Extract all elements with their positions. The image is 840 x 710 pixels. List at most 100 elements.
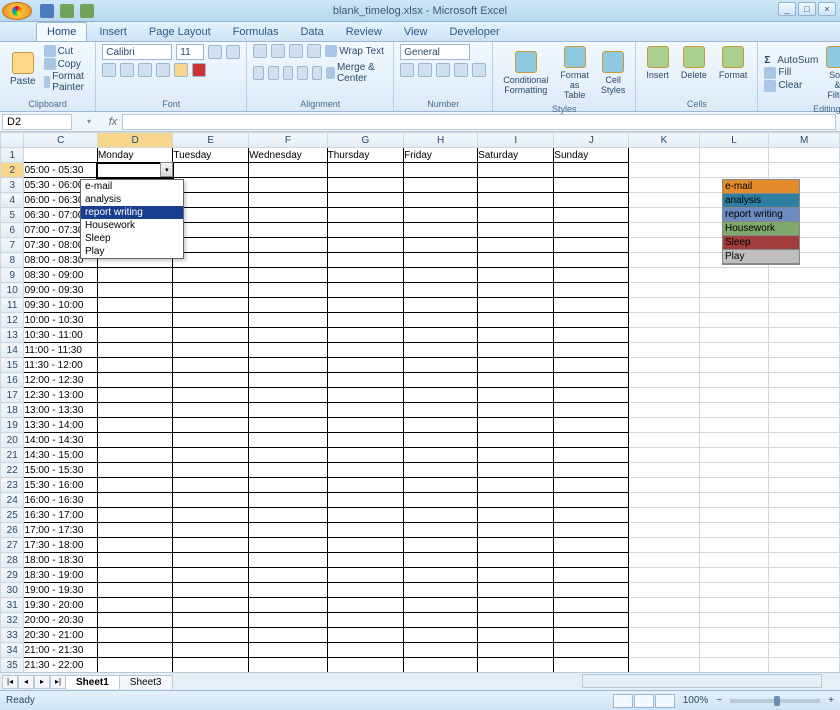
- data-cell[interactable]: [173, 268, 249, 283]
- dropdown-option[interactable]: report writing: [81, 206, 183, 219]
- data-cell[interactable]: [404, 478, 478, 493]
- data-cell[interactable]: [249, 433, 327, 448]
- row-header[interactable]: 12: [1, 313, 24, 328]
- align-bottom-icon[interactable]: [289, 44, 303, 58]
- data-cell[interactable]: [97, 658, 172, 673]
- data-cell[interactable]: [327, 253, 404, 268]
- time-slot-cell[interactable]: 17:00 - 17:30: [24, 523, 97, 538]
- data-cell[interactable]: [327, 493, 404, 508]
- zoom-out-button[interactable]: −: [716, 695, 722, 706]
- data-cell[interactable]: [173, 283, 249, 298]
- tab-data[interactable]: Data: [290, 23, 333, 41]
- data-cell[interactable]: [249, 283, 327, 298]
- format-cells-button[interactable]: Format: [715, 44, 752, 82]
- data-cell[interactable]: [97, 388, 172, 403]
- data-cell[interactable]: [554, 643, 629, 658]
- column-header[interactable]: F: [249, 133, 327, 148]
- row-header[interactable]: 4: [1, 193, 24, 208]
- data-cell[interactable]: [404, 283, 478, 298]
- data-cell[interactable]: [327, 313, 404, 328]
- data-cell[interactable]: [97, 583, 172, 598]
- data-cell[interactable]: [97, 373, 172, 388]
- autosum-button[interactable]: Σ AutoSum: [764, 55, 818, 66]
- data-cell[interactable]: [249, 553, 327, 568]
- data-cell[interactable]: [327, 283, 404, 298]
- row-header[interactable]: 28: [1, 553, 24, 568]
- tab-formulas[interactable]: Formulas: [223, 23, 289, 41]
- data-cell[interactable]: [327, 223, 404, 238]
- data-cell[interactable]: [478, 283, 554, 298]
- data-cell[interactable]: [554, 193, 629, 208]
- data-cell[interactable]: [478, 523, 554, 538]
- row-header[interactable]: 24: [1, 493, 24, 508]
- day-header[interactable]: Saturday: [478, 148, 554, 163]
- data-cell[interactable]: [97, 643, 172, 658]
- font-name-select[interactable]: Calibri: [102, 44, 172, 60]
- data-cell[interactable]: [478, 598, 554, 613]
- maximize-button[interactable]: □: [798, 2, 816, 16]
- underline-icon[interactable]: [138, 63, 152, 77]
- row-header[interactable]: 5: [1, 208, 24, 223]
- time-slot-cell[interactable]: 10:00 - 10:30: [24, 313, 97, 328]
- data-cell[interactable]: [173, 328, 249, 343]
- time-slot-cell[interactable]: 18:30 - 19:00: [24, 568, 97, 583]
- data-cell[interactable]: [554, 448, 629, 463]
- data-cell[interactable]: [249, 358, 327, 373]
- data-cell[interactable]: [173, 463, 249, 478]
- data-cell[interactable]: [327, 268, 404, 283]
- day-header[interactable]: Wednesday: [249, 148, 327, 163]
- data-cell[interactable]: [404, 178, 478, 193]
- format-painter-button[interactable]: Format Painter: [44, 71, 90, 93]
- row-header[interactable]: 33: [1, 628, 24, 643]
- data-cell[interactable]: [327, 343, 404, 358]
- dropdown-option[interactable]: analysis: [81, 193, 183, 206]
- data-cell[interactable]: [249, 388, 327, 403]
- clear-button[interactable]: Clear: [764, 80, 818, 92]
- data-cell[interactable]: [249, 223, 327, 238]
- orientation-icon[interactable]: [307, 44, 321, 58]
- dropdown-option[interactable]: Sleep: [81, 232, 183, 245]
- data-cell[interactable]: [404, 403, 478, 418]
- worksheet-area[interactable]: CDEFGHIJKLM1MondayTuesdayWednesdayThursd…: [0, 132, 840, 672]
- data-cell[interactable]: [478, 328, 554, 343]
- time-slot-cell[interactable]: 20:30 - 21:00: [24, 628, 97, 643]
- data-cell[interactable]: [554, 208, 629, 223]
- inc-decimal-icon[interactable]: [454, 63, 468, 77]
- tab-developer[interactable]: Developer: [439, 23, 509, 41]
- data-cell[interactable]: [97, 433, 172, 448]
- fill-color-icon[interactable]: [174, 63, 188, 77]
- formula-bar[interactable]: [122, 114, 836, 130]
- data-cell[interactable]: [327, 568, 404, 583]
- data-cell[interactable]: [554, 583, 629, 598]
- row-header[interactable]: 8: [1, 253, 24, 268]
- comma-icon[interactable]: [436, 63, 450, 77]
- row-header[interactable]: 1: [1, 148, 24, 163]
- row-header[interactable]: 15: [1, 358, 24, 373]
- time-slot-cell[interactable]: 13:30 - 14:00: [24, 418, 97, 433]
- view-normal-button[interactable]: [613, 694, 633, 708]
- data-cell[interactable]: [478, 313, 554, 328]
- time-slot-cell[interactable]: 11:30 - 12:00: [24, 358, 97, 373]
- data-cell[interactable]: [404, 328, 478, 343]
- time-slot-cell[interactable]: 08:30 - 09:00: [24, 268, 97, 283]
- data-cell[interactable]: [404, 238, 478, 253]
- data-cell[interactable]: [173, 643, 249, 658]
- day-header[interactable]: Sunday: [554, 148, 629, 163]
- row-header[interactable]: 22: [1, 463, 24, 478]
- tab-insert[interactable]: Insert: [89, 23, 137, 41]
- data-cell[interactable]: [404, 658, 478, 673]
- dec-decimal-icon[interactable]: [472, 63, 486, 77]
- time-slot-cell[interactable]: 21:30 - 22:00: [24, 658, 97, 673]
- data-cell[interactable]: [554, 553, 629, 568]
- data-cell[interactable]: [478, 583, 554, 598]
- tab-nav-next[interactable]: ▸: [34, 675, 50, 689]
- align-right-icon[interactable]: [283, 66, 294, 80]
- data-cell[interactable]: [173, 658, 249, 673]
- row-header[interactable]: 14: [1, 343, 24, 358]
- data-cell[interactable]: [554, 298, 629, 313]
- data-cell[interactable]: [97, 598, 172, 613]
- data-cell[interactable]: [249, 373, 327, 388]
- tab-nav-last[interactable]: ▸|: [50, 675, 66, 689]
- data-cell[interactable]: [249, 448, 327, 463]
- data-cell[interactable]: [97, 463, 172, 478]
